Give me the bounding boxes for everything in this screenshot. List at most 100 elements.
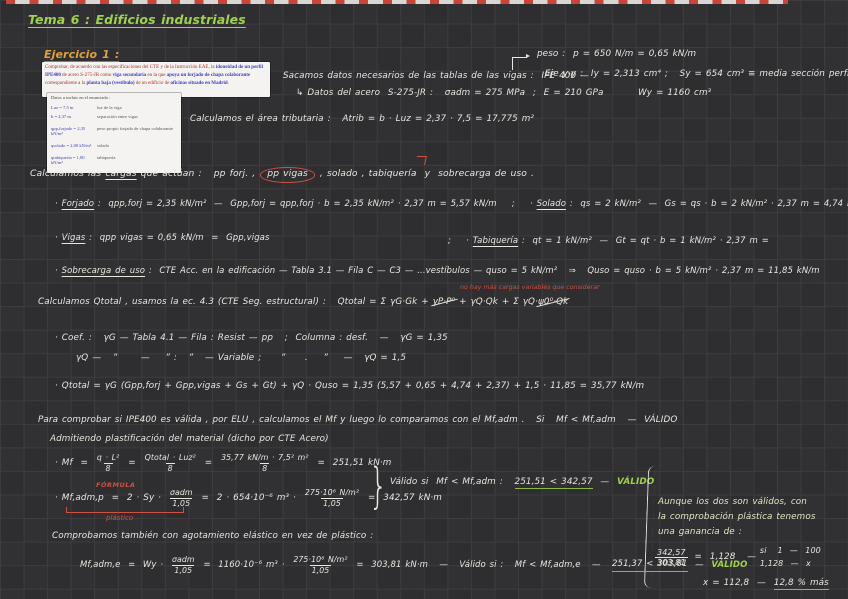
gain-ratio-line: 342,57303,81 = 1,128 — si 1 — 1001,128 —… xyxy=(652,545,821,571)
denominator: 8 xyxy=(260,463,269,473)
vigas-line: · Vigas : qpp vigas = 0,65 kN/m = Gpp,vi… xyxy=(55,233,270,244)
numerator: 275·10⁶ N/m² xyxy=(291,556,349,565)
steel-data-line: ↳ Datos del acero S-275-JR : σadm = 275 … xyxy=(296,88,604,99)
vigas-label: Vigas xyxy=(62,233,86,243)
gain-result-line: x = 112,8 — 12,8 % más xyxy=(703,578,829,589)
validity-text: — Válido si : Mf < Mf,adm,e — xyxy=(428,560,612,571)
plastico-red-label: plástico xyxy=(106,514,133,522)
data-value: b = 2,37 m xyxy=(51,114,97,119)
solado-calc: : qs = 2 kN/m² — Gs = qs · b = 2 kN/m² ·… xyxy=(566,199,848,209)
numerator: 35,77 kN/m · 7,5² m² xyxy=(219,454,311,463)
data-desc: solado xyxy=(97,143,109,148)
statement-segment: correspondiente a la xyxy=(45,81,87,86)
crossed-out-psi-term: ψ0⁰·Qk xyxy=(538,297,568,308)
data-row-tabiqueria: qtabiquería = 1,00 kN/m²tabiquería xyxy=(51,155,177,165)
side-note-line-1: Aunque los dos son válidos, con xyxy=(658,497,807,508)
coef-line-1: · Coef. : γG — Tabla 4.1 — Fila : Resist… xyxy=(55,333,448,344)
data-desc: tabiquería xyxy=(97,155,115,165)
given-data-box: Datos a incluir en el enunciado : Luz = … xyxy=(47,93,181,173)
loads-intro-text: , solado , tabiquería y sobrecarga de us… xyxy=(316,168,534,179)
separator: ; xyxy=(497,199,530,209)
bullet: · xyxy=(55,199,62,209)
equals: = xyxy=(201,458,216,469)
fraction: 342,57303,81 xyxy=(655,548,688,568)
statement-segment-highlight: oficinas situado en Madrid xyxy=(171,81,228,86)
red-underbracket xyxy=(66,507,184,513)
data-desc: peso propio forjado de chapa colaborante xyxy=(97,126,173,136)
side-note-line-2: la comprobación plástica tenemos xyxy=(658,512,816,523)
loads-intro-text: que actúan : pp forj. , xyxy=(137,168,260,179)
mfadm-elastic-line: Mf,adm,e = Wy · σadm1,05 = 1160·10⁻⁶ m³ … xyxy=(80,556,747,575)
statement-segment: de un edificio de xyxy=(135,81,171,86)
sobrecarga-calc: : CTE Acc. en la edificación — Tabla 3.1… xyxy=(145,266,820,276)
statement-segment: Comprobar, de acuerdo con las especifica… xyxy=(45,65,216,70)
tributary-area-line: Calculamos el área tributaria : Atrib = … xyxy=(190,114,534,125)
forjado-solado-line: · Forjado : qpp,forj = 2,35 kN/m² — Gpp,… xyxy=(55,199,848,210)
equals: = 1160·10⁻⁶ m³ · xyxy=(200,560,289,571)
qtotal-formula-line: Calculamos Qtotal , usamos la ec. 4.3 (C… xyxy=(38,297,568,308)
proportion-line-1: si 1 — 100 xyxy=(760,545,821,558)
statement-segment: en la que xyxy=(146,73,167,78)
data-value: qsolado = 2,00 kN/m² xyxy=(51,143,97,148)
bullet: · xyxy=(55,266,62,276)
statement-segment: . xyxy=(228,81,229,86)
fraction: 35,77 kN/m · 7,5² m²8 xyxy=(219,454,311,473)
qtotal-calc-line: · Qtotal = γG (Gpp,forj + Gpp,vigas + Gs… xyxy=(55,381,644,392)
data-row-solado: qsolado = 2,00 kN/m²solado xyxy=(51,143,177,148)
plastic-validity-line: Válido si Mf < Mf,adm : 251,51 < 342,57 … xyxy=(390,477,654,488)
gain-percent-underlined: 12,8 % más xyxy=(774,578,829,590)
data-row-forjado: qpp,forjado = 2,35 kN/m²peso propio forj… xyxy=(51,126,177,136)
formula-red-label: FÓRMULA xyxy=(96,481,135,489)
denominator: 1,05 xyxy=(172,565,194,575)
problem-statement-box: Comprobar, de acuerdo con las especifica… xyxy=(42,62,270,97)
data-value: qpp,forjado = 2,35 kN/m² xyxy=(51,126,97,136)
loads-intro-underlined: cargas xyxy=(105,168,136,179)
data-desc: luz de la viga xyxy=(97,105,122,110)
exercise-heading: Ejercicio 1 : xyxy=(44,48,119,62)
mf-equation-line: · Mf = q · L²8 = Qtotal · Luz²8 = 35,77 … xyxy=(55,454,391,473)
section-modulus-line: Wy = 1160 cm³ xyxy=(638,88,711,99)
arrow-head xyxy=(526,54,530,58)
proportion-line-2: 1,128 — x xyxy=(760,558,821,571)
data-desc: separación entre vigas xyxy=(97,114,138,119)
fraction: 275·10⁶ N/m²1,05 xyxy=(291,556,349,575)
fraction: σadm1,05 xyxy=(168,489,195,508)
coef-line-2: γQ — ” — ” : ” — Variable ; ” . ” — γQ =… xyxy=(76,353,406,364)
denominator: 8 xyxy=(104,463,113,473)
denominator: 1,05 xyxy=(321,498,343,508)
mfadm-lhs: · Mf,adm,p = 2 · Sy · xyxy=(55,493,165,504)
x-value: x = 112,8 — xyxy=(703,578,774,588)
tabiqueria-calc: : qt = 1 kN/m² — Gt = qt · b = 1 kN/m² ·… xyxy=(518,236,769,246)
denominator: 8 xyxy=(166,463,175,473)
qtotal-mid: + γQ·Qk + Σ γQ· xyxy=(455,297,538,307)
tabiqueria-label: Tabiquería xyxy=(473,236,518,246)
numerator: Qtotal · Luz² xyxy=(143,454,198,463)
beam-data-line: Sacamos datos necesarios de las tablas d… xyxy=(283,71,589,82)
given-data-title: Datos a incluir en el enunciado : xyxy=(51,95,177,100)
tabiqueria-line: ; · Tabiquería : qt = 1 kN/m² — Gt = qt … xyxy=(448,236,769,247)
bracket-connector xyxy=(512,57,527,70)
red-arrow-doodle xyxy=(415,156,427,165)
data-row-luz: Luz = 7,5 mluz de la viga xyxy=(51,105,177,110)
page-top-edge-strip xyxy=(6,0,788,4)
red-margin-note: no hay más cargas variables que consider… xyxy=(460,284,600,291)
beam-axis-line: Eje y-y : Iy = 2,313 cm⁴ ; Sy = 654 cm³ … xyxy=(545,69,848,80)
mfadm-e-result: = 303,81 kN·m xyxy=(353,560,428,571)
numerator: 342,57 xyxy=(655,548,688,557)
elastic-intro-line: Comprobamos también con agotamiento elás… xyxy=(52,531,373,542)
fraction: 275·10⁶ N/m²1,05 xyxy=(303,489,361,508)
side-note-line-3: una ganancia de : xyxy=(658,527,742,538)
forjado-calc: : qpp,forj = 2,35 kN/m² — Gpp,forj = qpp… xyxy=(94,199,497,209)
fraction: σadm1,05 xyxy=(170,556,197,575)
statement-segment-highlight: apoya un forjado de chapa colaborante xyxy=(167,73,250,78)
bullet: · xyxy=(530,199,537,209)
equals: = 2 · 654·10⁻⁶ m³ · xyxy=(198,493,300,504)
data-value: Luz = 7,5 m xyxy=(51,105,97,110)
numerator: σadm xyxy=(170,556,197,565)
beam-weight-line: peso : p = 650 N/m = 0,65 kN/m xyxy=(537,49,696,60)
equals: = xyxy=(124,458,139,469)
crossed-out-prestress-term: γP·P⁰ xyxy=(433,297,456,308)
denominator: 303,81 xyxy=(655,557,688,568)
data-row-b: b = 2,37 mseparación entre vigas xyxy=(51,114,177,119)
page-title: Tema 6 : Edificios industriales xyxy=(28,12,246,28)
